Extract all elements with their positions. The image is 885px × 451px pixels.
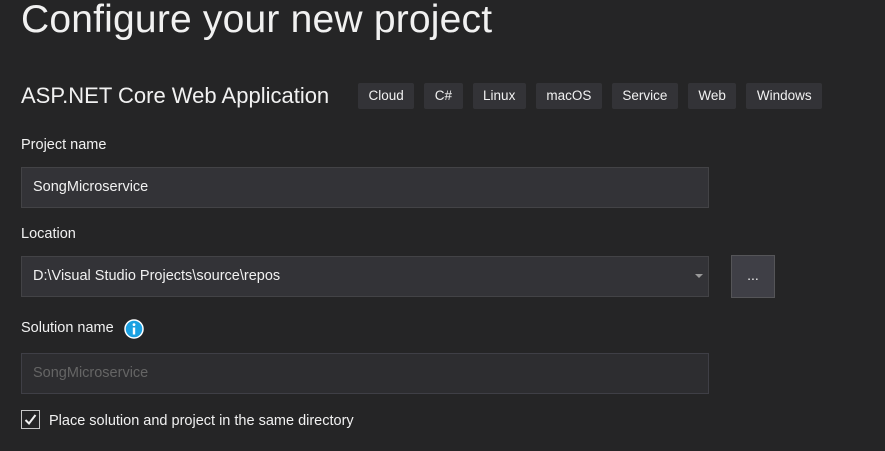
checkmark-icon [24, 414, 37, 426]
tag-csharp: C# [424, 83, 463, 109]
location-combobox[interactable]: D:\Visual Studio Projects\source\repos [21, 256, 709, 297]
template-name: ASP.NET Core Web Application [21, 83, 330, 108]
solution-name-input: SongMicroservice [21, 353, 709, 394]
page-title: Configure your new project [21, 0, 493, 41]
template-tags: Cloud C# Linux macOS Service Web Windows [358, 83, 823, 109]
tag-windows: Windows [746, 83, 823, 109]
tag-linux: Linux [472, 83, 526, 109]
project-name-label: Project name [21, 137, 107, 153]
location-label: Location [21, 226, 76, 242]
location-value: D:\Visual Studio Projects\source\repos [33, 268, 281, 284]
tag-web: Web [687, 83, 737, 109]
same-directory-label[interactable]: Place solution and project in the same d… [49, 413, 354, 429]
tag-macos: macOS [535, 83, 602, 109]
chevron-down-icon[interactable] [695, 274, 703, 278]
tag-cloud: Cloud [358, 83, 415, 109]
same-directory-checkbox[interactable] [21, 410, 40, 429]
solution-name-label: Solution name [21, 320, 114, 336]
info-icon[interactable] [124, 319, 144, 339]
configure-project-page: Configure your new project ASP.NET Core … [0, 0, 885, 451]
project-name-input[interactable]: SongMicroservice [21, 167, 709, 208]
tag-service: Service [611, 83, 678, 109]
browse-button[interactable]: ... [731, 255, 775, 298]
